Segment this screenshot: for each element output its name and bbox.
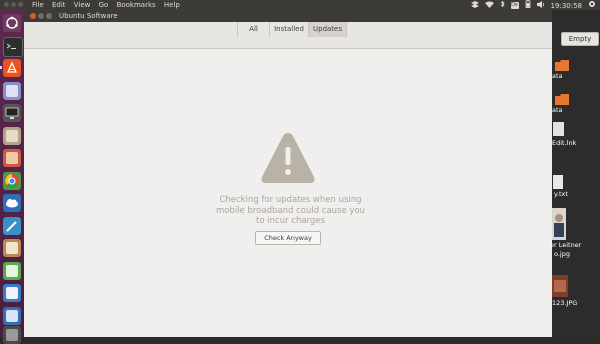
header-bar: All Installed Updates [24,22,552,49]
menu-bar: File Edit View Go Bookmarks Help [32,0,186,10]
title-bar: Ubuntu Software [24,10,552,22]
launcher [0,10,24,344]
photo-icon[interactable] [552,208,566,240]
text-file-icon[interactable] [553,175,563,189]
menu-go[interactable]: Go [99,1,109,9]
ubuntu-icon[interactable] [3,14,21,32]
screen-icon[interactable] [3,104,21,122]
menu-file[interactable]: File [32,1,44,9]
view-switcher: All Installed Updates [237,22,347,37]
panel-max-dot[interactable] [18,2,23,7]
running-indicator [0,66,2,69]
photo-icon[interactable] [552,275,568,297]
close-button[interactable] [30,13,36,19]
tab-installed[interactable]: Installed [270,22,309,37]
photos-icon[interactable] [3,149,21,167]
document-icon[interactable] [553,122,564,136]
tab-updates[interactable]: Updates [309,22,347,37]
cloud-icon[interactable] [3,194,21,212]
files-icon[interactable] [3,82,21,100]
desktop-file-label[interactable]: ata [552,106,563,114]
desktop-file-label[interactable]: y.txt [554,190,568,198]
menu-help[interactable]: Help [164,1,180,9]
blue-icon[interactable] [3,307,21,325]
maximize-button[interactable] [46,13,52,19]
editor-icon[interactable] [3,217,21,235]
desktop: ata ata Edit.lnk y.txt er Leitner o.jpg … [550,10,600,337]
ubuntu-software-window: Ubuntu Software All Installed Updates Ch… [24,10,552,337]
desktop-file-label[interactable]: 123.JPG [552,299,577,307]
panel-close-dot[interactable] [4,2,9,7]
tab-all[interactable]: All [238,22,270,37]
software-center-icon[interactable] [3,59,21,77]
desktop-file-label[interactable]: o.jpg [554,250,570,258]
volume-icon[interactable] [536,0,545,11]
desktop-file-label[interactable]: ata [552,72,563,80]
minimize-button[interactable] [38,13,44,19]
check-anyway-button[interactable]: Check Anyway [255,231,321,245]
menu-bookmarks[interactable]: Bookmarks [117,1,156,9]
keyboard-layout-badge[interactable]: De [510,2,519,9]
folder-icon[interactable] [555,60,569,71]
desktop-file-label[interactable]: er Leitner [550,241,581,249]
window-title: Ubuntu Software [59,12,118,20]
book-icon[interactable] [3,239,21,257]
clock[interactable]: 19:30:58 [551,1,582,11]
spreadsheet-icon[interactable] [3,262,21,280]
empty-trash-button[interactable]: Empty [561,32,599,46]
warning-icon [261,133,315,183]
metered-connection-message: Checking for updates when using mobile b… [215,195,366,226]
menu-view[interactable]: View [74,1,91,9]
wifi-icon[interactable] [484,1,494,11]
chat-icon[interactable] [3,127,21,145]
terminal-icon[interactable] [3,37,23,57]
folder-icon[interactable] [555,94,569,105]
desktop-file-label[interactable]: Edit.lnk [552,139,576,147]
disk-icon[interactable] [3,326,21,344]
document-icon[interactable] [3,284,21,302]
top-panel: File Edit View Go Bookmarks Help De 19:3… [0,0,600,10]
panel-min-dot[interactable] [11,2,16,7]
dropbox-icon[interactable] [470,0,479,11]
chrome-icon[interactable] [3,172,21,190]
menu-edit[interactable]: Edit [52,1,66,9]
